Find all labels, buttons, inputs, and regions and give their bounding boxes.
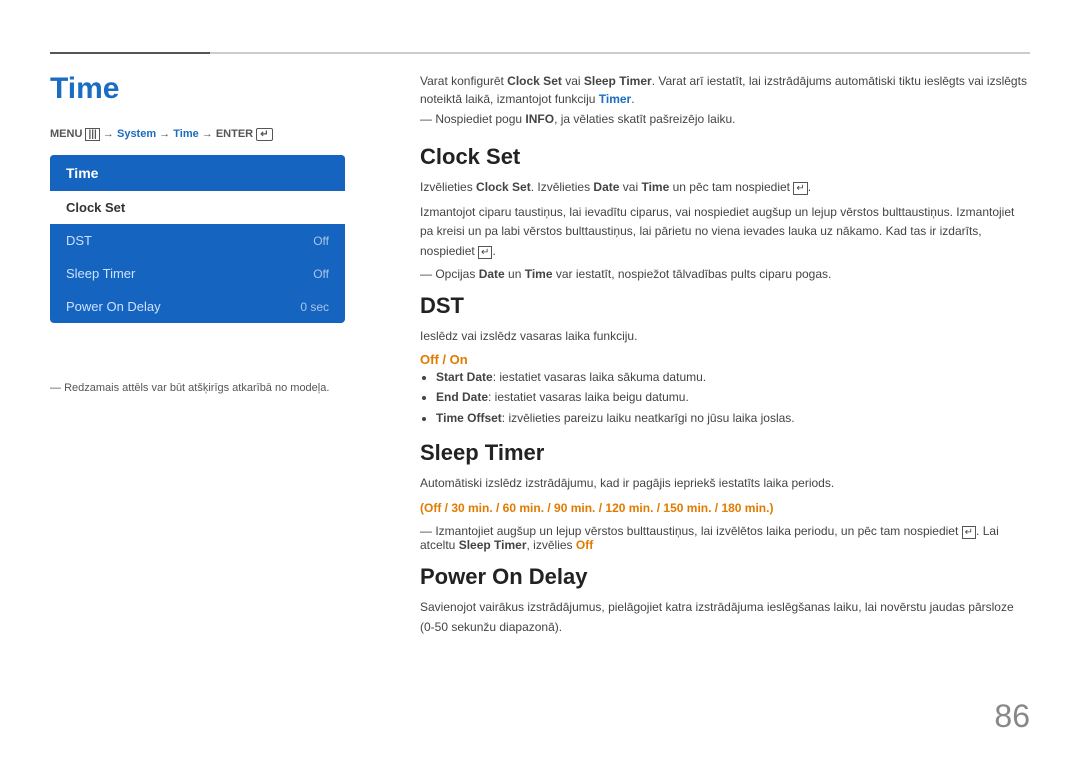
dst-title: DST [420,293,1030,319]
power-on-delay-body1: Savienojot vairākus izstrādājumus, pielā… [420,598,1030,636]
menu-item-power-on-delay-value: 0 sec [300,300,329,314]
menu-path: MENU ||| → System → Time → ENTER ↵ [50,128,273,141]
menu-bottom-note: Redzamais attēls var būt atšķirīgs atkar… [50,382,329,394]
dst-bullet-end-date: End Date: iestatiet vasaras laika beigu … [436,387,1030,407]
section-dst: DST Ieslēdz vai izslēdz vasaras laika fu… [420,293,1030,428]
intro-note: Nospiediet pogu INFO, ja vēlaties skatīt… [420,112,1030,126]
menu-item-sleep-timer-label: Sleep Timer [66,266,135,281]
dst-body1: Ieslēdz vai izslēdz vasaras laika funkci… [420,327,1030,346]
sleep-timer-options: (Off / 30 min. / 60 min. / 90 min. / 120… [420,499,1030,518]
dst-bullet-list: Start Date: iestatiet vasaras laika sāku… [436,367,1030,428]
sleep-timer-title: Sleep Timer [420,440,1030,466]
section-power-on-delay: Power On Delay Savienojot vairākus izstr… [420,564,1030,636]
page-title: Time [50,72,119,106]
top-line-accent [50,52,210,54]
tv-menu-panel: Time Clock Set DST Off Sleep Timer Off P… [50,155,345,323]
menu-item-dst-label: DST [66,233,92,248]
tv-menu-header: Time [50,155,345,191]
right-column: Varat konfigurēt Clock Set vai Sleep Tim… [420,72,1030,643]
section-clock-set: Clock Set Izvēlieties Clock Set. Izvēlie… [420,144,1030,281]
sleep-timer-body1: Automātiski izslēdz izstrādājumu, kad ir… [420,474,1030,493]
clock-set-body1: Izvēlieties Clock Set. Izvēlieties Date … [420,178,1030,197]
section-sleep-timer: Sleep Timer Automātiski izslēdz izstrādā… [420,440,1030,552]
sleep-timer-note: Izmantojiet augšup un lejup vērstos bult… [420,524,1030,552]
menu-item-power-on-delay[interactable]: Power On Delay 0 sec [50,290,345,323]
clock-set-note: Opcijas Date un Time var iestatīt, nospi… [420,267,1030,281]
power-on-delay-title: Power On Delay [420,564,1030,590]
intro-text-1: Varat konfigurēt Clock Set vai Sleep Tim… [420,72,1030,108]
menu-item-dst[interactable]: DST Off [50,224,345,257]
clock-set-body2: Izmantojot ciparu taustiņus, lai ievadīt… [420,203,1030,261]
menu-item-sleep-timer[interactable]: Sleep Timer Off [50,257,345,290]
dst-bullet-start-date: Start Date: iestatiet vasaras laika sāku… [436,367,1030,387]
menu-item-dst-value: Off [313,234,329,248]
clock-set-title: Clock Set [420,144,1030,170]
dst-bullet-time-offset: Time Offset: izvēlieties pareizu laiku n… [436,408,1030,428]
menu-item-power-on-delay-label: Power On Delay [66,299,161,314]
menu-item-clock-set-label: Clock Set [66,200,125,215]
menu-item-clock-set[interactable]: Clock Set [50,191,345,224]
dst-off-on-label: Off / On [420,352,1030,367]
page-number: 86 [994,698,1030,735]
menu-item-sleep-timer-value: Off [313,267,329,281]
